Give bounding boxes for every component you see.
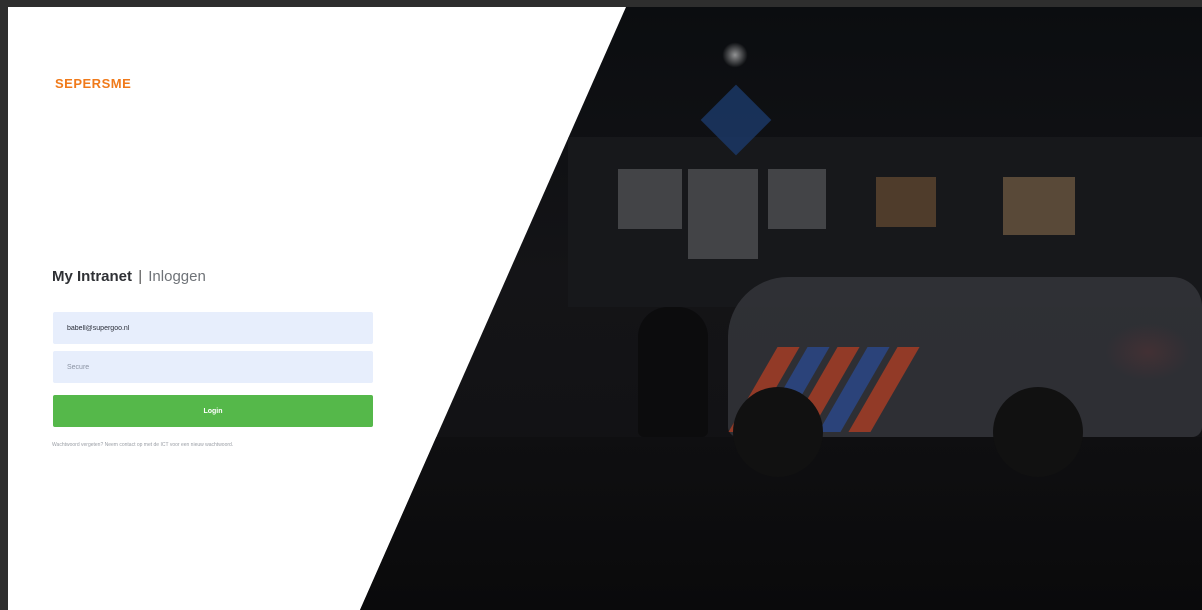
car-wheel: [733, 387, 823, 477]
window-shape: [876, 177, 936, 227]
password-field[interactable]: [53, 351, 373, 383]
title-separator: |: [138, 268, 143, 285]
forgot-password-text[interactable]: Wachtwoord vergeten? Neem contact op met…: [52, 442, 233, 448]
login-button[interactable]: Login: [53, 395, 373, 427]
window-shape: [1003, 177, 1075, 235]
logo-text: SEPERSME: [55, 76, 132, 91]
title-light: Inloggen: [148, 268, 206, 285]
window-shape: [768, 169, 826, 229]
brand-logo[interactable]: SEPERSME: [55, 76, 131, 91]
person-silhouette: [638, 307, 708, 437]
window-frame: SEPERSME My Intranet | Inloggen Login Wa…: [0, 0, 1202, 610]
background-photo: [360, 7, 1202, 610]
page-title: My Intranet | Inloggen: [52, 268, 206, 285]
login-page: SEPERSME My Intranet | Inloggen Login Wa…: [8, 7, 1202, 610]
title-strong: My Intranet: [52, 268, 133, 285]
window-shape: [688, 169, 758, 259]
email-field[interactable]: [53, 312, 373, 344]
car-wheel: [993, 387, 1083, 477]
window-shape: [618, 169, 682, 229]
